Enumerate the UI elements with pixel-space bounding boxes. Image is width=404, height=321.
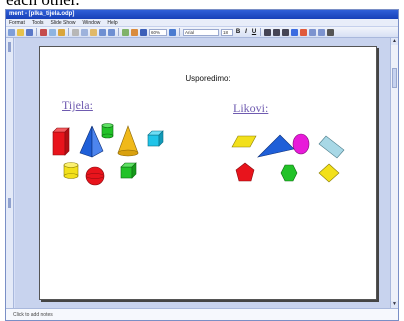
menu-format[interactable]: Format <box>9 19 25 27</box>
scroll-thumb[interactable] <box>392 68 397 88</box>
menu-slide-show[interactable]: Slide Show <box>51 19 76 27</box>
caption-text: each other. <box>0 0 404 9</box>
print-icon[interactable] <box>40 28 47 36</box>
slide-title[interactable]: Usporedimo: <box>40 74 376 83</box>
zoom-select[interactable]: 60% <box>149 28 167 36</box>
undo-icon[interactable] <box>99 28 106 36</box>
bullets-icon[interactable] <box>309 28 316 36</box>
slide-canvas[interactable]: Usporedimo: Tijela: Likovi: <box>39 46 377 300</box>
magenta-ellipse-icon <box>292 133 310 155</box>
vertical-scrollbar[interactable]: ▲ ▼ <box>390 38 398 308</box>
bold-button[interactable]: B <box>235 29 241 36</box>
blue-pyramid-icon <box>79 125 104 158</box>
numbering-icon[interactable] <box>318 28 325 36</box>
green-cylinder-icon <box>101 123 114 139</box>
new-icon[interactable] <box>8 28 15 36</box>
toolbar-separator <box>179 28 180 36</box>
save-icon[interactable] <box>26 28 33 36</box>
redo-icon[interactable] <box>108 28 115 36</box>
lightblue-rectangle-icon <box>318 135 345 159</box>
label-likovi[interactable]: Likovi: <box>233 101 268 116</box>
red-pentagon-icon <box>235 162 255 182</box>
label-tijela[interactable]: Tijela: <box>62 98 93 113</box>
align-center-icon[interactable] <box>273 28 280 36</box>
italic-button[interactable]: I <box>243 29 249 36</box>
yellow-cylinder-icon <box>63 162 79 179</box>
layout-icon[interactable] <box>291 28 298 36</box>
notes-placeholder[interactable]: Click to add notes <box>13 312 53 318</box>
toolbar-separator <box>260 28 261 36</box>
yellow-parallelogram-icon <box>231 135 257 148</box>
table-icon[interactable] <box>131 28 138 36</box>
cyan-cube-icon <box>147 130 164 147</box>
font-name-select[interactable]: Arial <box>183 28 219 36</box>
toolbar-separator <box>118 28 119 36</box>
yellow-rhombus-icon <box>318 163 340 183</box>
slide-workspace: Usporedimo: Tijela: Likovi: <box>15 38 392 308</box>
menu-help[interactable]: Help <box>107 19 117 27</box>
notes-pane[interactable]: Click to add notes <box>6 308 398 320</box>
red-cuboid-icon <box>52 127 70 156</box>
green-cube-icon <box>120 162 137 179</box>
scroll-up-icon[interactable]: ▲ <box>391 38 398 45</box>
slide-pane-marker <box>8 198 11 208</box>
chart-icon[interactable] <box>122 28 129 36</box>
help-icon[interactable] <box>169 28 176 36</box>
flat-shapes-group[interactable] <box>226 127 356 207</box>
menu-window[interactable]: Window <box>83 19 101 27</box>
align-left-icon[interactable] <box>264 28 271 36</box>
toolbar-separator <box>68 28 69 36</box>
standard-toolbar: 60% Arial 18 B I U <box>6 27 398 38</box>
font-color-icon[interactable] <box>327 28 334 36</box>
scroll-down-icon[interactable]: ▼ <box>391 301 398 308</box>
align-right-icon[interactable] <box>282 28 289 36</box>
slides-pane[interactable] <box>6 38 14 308</box>
preview-icon[interactable] <box>49 28 56 36</box>
menu-tools[interactable]: Tools <box>32 19 44 27</box>
grid-icon[interactable] <box>140 28 147 36</box>
underline-button[interactable]: U <box>251 29 257 36</box>
design-icon[interactable] <box>300 28 307 36</box>
cut-icon[interactable] <box>72 28 79 36</box>
open-icon[interactable] <box>17 28 24 36</box>
solids-group[interactable] <box>52 123 176 195</box>
menu-bar: Format Tools Slide Show Window Help <box>6 19 398 27</box>
toolbar-separator <box>36 28 37 36</box>
green-hexagon-icon <box>280 164 298 182</box>
font-size-select[interactable]: 18 <box>221 28 233 36</box>
copy-icon[interactable] <box>81 28 88 36</box>
paste-icon[interactable] <box>90 28 97 36</box>
slide-pane-marker <box>8 42 11 52</box>
red-sphere-icon <box>85 166 105 186</box>
orange-cone-icon <box>117 125 139 157</box>
presentation-window: ment - [plka_tijela.odp] Format Tools Sl… <box>5 9 399 321</box>
blue-triangle-icon <box>257 134 295 158</box>
spellcheck-icon[interactable] <box>58 28 65 36</box>
